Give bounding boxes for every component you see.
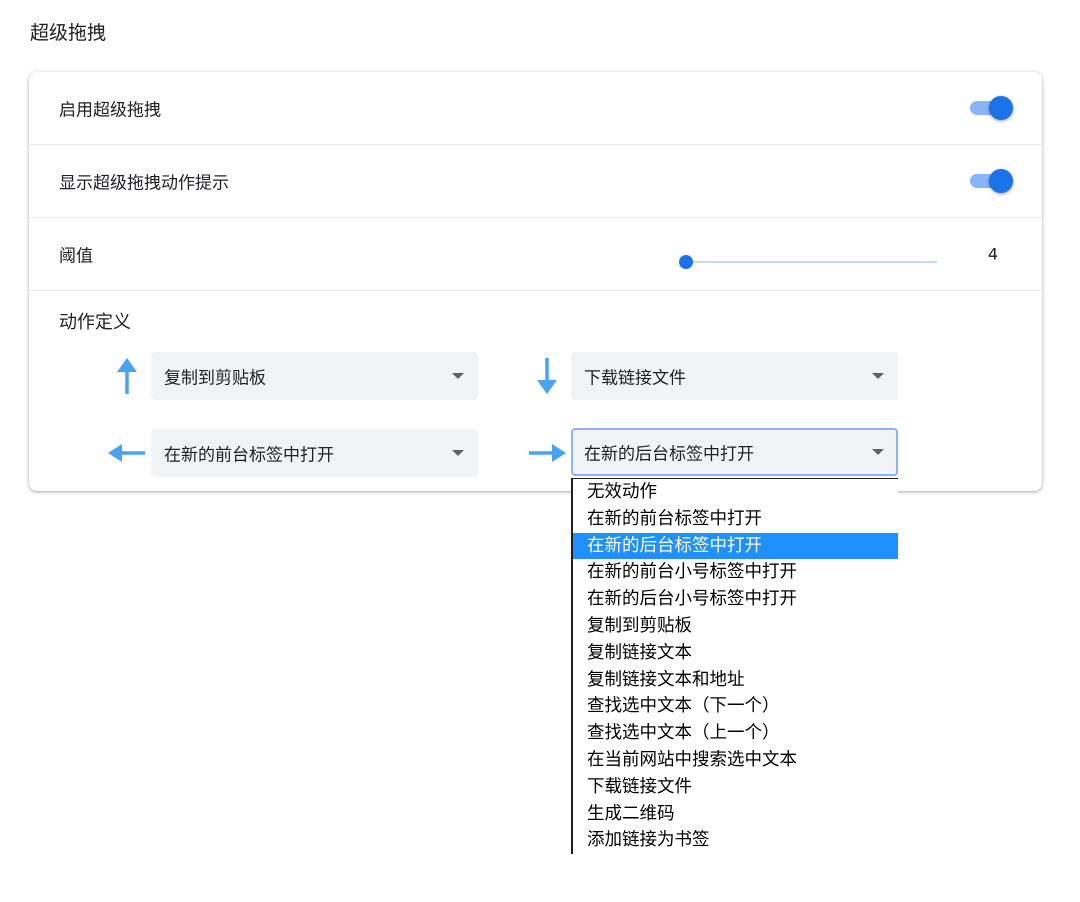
chevron-down-icon <box>452 450 464 456</box>
dropdown-option[interactable]: 在新的后台标签中打开 <box>573 533 898 560</box>
dropdown-option[interactable]: 查找选中文本（下一个） <box>573 693 898 720</box>
chevron-down-icon <box>872 373 884 379</box>
action-up-select[interactable]: 复制到剪贴板 <box>151 352 478 400</box>
action-right-select[interactable]: 在新的后台标签中打开 <box>571 428 898 476</box>
action-left-select[interactable]: 在新的前台标签中打开 <box>151 429 478 477</box>
setting-label-enable: 启用超级拖拽 <box>59 96 161 121</box>
action-left-value: 在新的前台标签中打开 <box>164 441 334 466</box>
dropdown-option[interactable]: 无效动作 <box>573 479 898 506</box>
show-hint-toggle[interactable] <box>967 169 1013 193</box>
slider-rail <box>679 261 937 263</box>
actions-section-label: 动作定义 <box>59 308 131 334</box>
action-dropdown-list[interactable]: 无效动作 在新的前台标签中打开 在新的后台标签中打开 在新的前台小号标签中打开 … <box>571 478 898 854</box>
dropdown-option[interactable]: 生成二维码 <box>573 801 898 828</box>
setting-row-threshold: 阈值 4 <box>29 218 1042 291</box>
arrow-left-icon <box>107 433 147 473</box>
toggle-knob <box>989 169 1013 193</box>
slider-thumb[interactable] <box>679 255 693 269</box>
chevron-down-icon <box>872 449 884 455</box>
dropdown-option[interactable]: 在当前网站中搜索选中文本 <box>573 747 898 774</box>
dropdown-option[interactable]: 添加链接为书签 <box>573 827 898 854</box>
chevron-down-icon <box>452 373 464 379</box>
arrow-up-icon <box>107 356 147 396</box>
enable-toggle[interactable] <box>967 96 1013 120</box>
action-right-value: 在新的后台标签中打开 <box>584 440 754 465</box>
dropdown-option[interactable]: 在新的前台小号标签中打开 <box>573 559 898 586</box>
setting-row-show-hint[interactable]: 显示超级拖拽动作提示 <box>29 145 1042 218</box>
dropdown-option[interactable]: 查找选中文本（上一个） <box>573 720 898 747</box>
dropdown-option[interactable]: 复制链接文本和地址 <box>573 667 898 694</box>
threshold-slider[interactable] <box>679 252 937 272</box>
dropdown-option[interactable]: 下载链接文件 <box>573 774 898 801</box>
action-down-value: 下载链接文件 <box>584 364 686 389</box>
dropdown-option[interactable]: 在新的后台小号标签中打开 <box>573 586 898 613</box>
toggle-knob <box>989 96 1013 120</box>
settings-card: 启用超级拖拽 显示超级拖拽动作提示 阈值 4 动作定义 复制到剪贴板 <box>29 72 1042 491</box>
page-title: 超级拖拽 <box>30 18 106 45</box>
threshold-value: 4 <box>988 245 998 264</box>
dropdown-option[interactable]: 在新的前台标签中打开 <box>573 506 898 533</box>
setting-label-threshold: 阈值 <box>59 242 93 267</box>
action-up-value: 复制到剪贴板 <box>164 364 266 389</box>
action-down-select[interactable]: 下载链接文件 <box>571 352 898 400</box>
arrow-down-icon <box>527 356 567 396</box>
dropdown-option[interactable]: 复制链接文本 <box>573 640 898 667</box>
dropdown-option[interactable]: 复制到剪贴板 <box>573 613 898 640</box>
setting-label-show-hint: 显示超级拖拽动作提示 <box>59 169 229 194</box>
setting-row-enable[interactable]: 启用超级拖拽 <box>29 72 1042 145</box>
arrow-right-icon <box>527 433 567 473</box>
